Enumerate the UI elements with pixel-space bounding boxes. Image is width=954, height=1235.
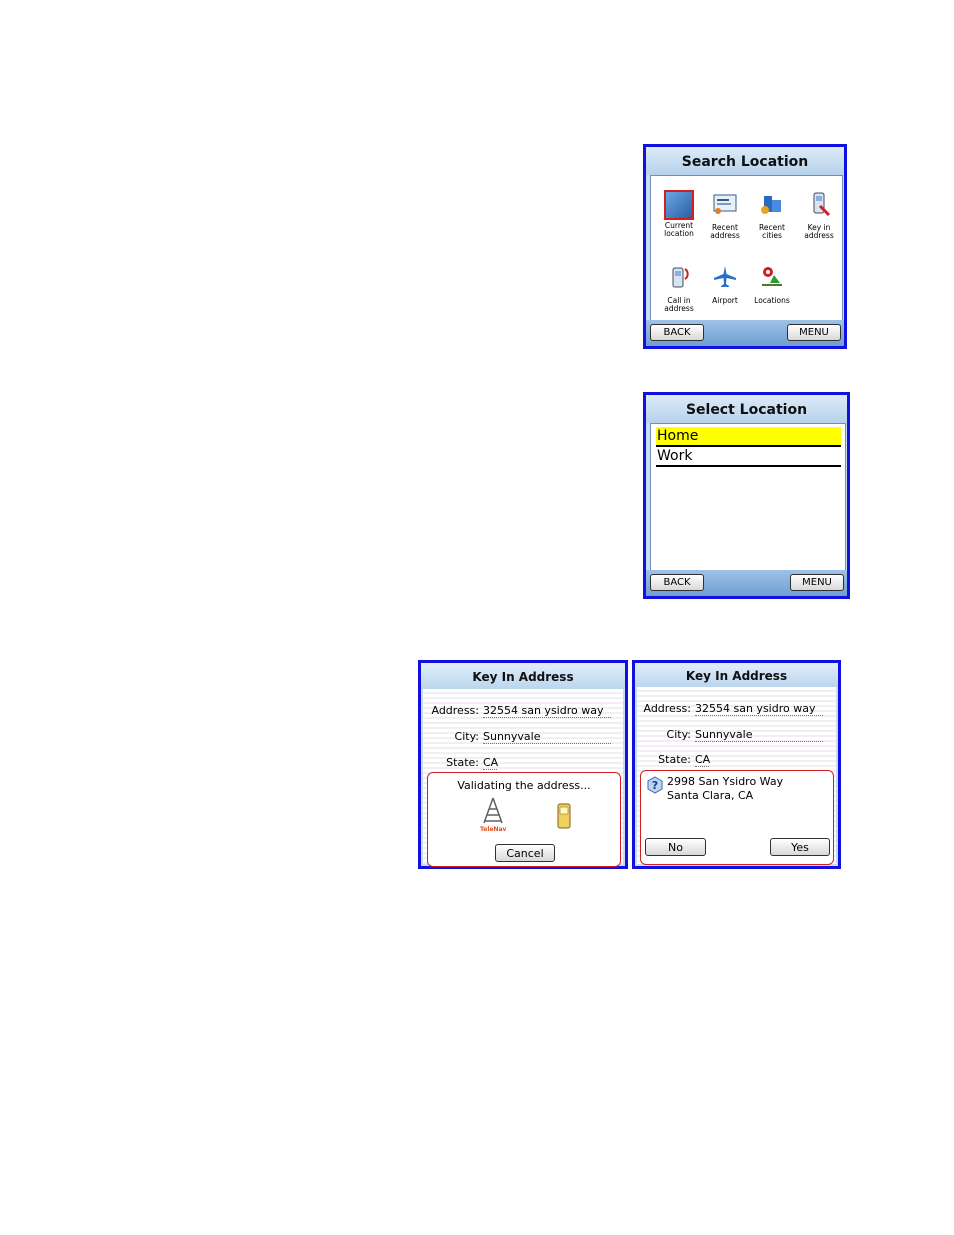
address-form: Address: 32554 san ysidro way City: Sunn…: [637, 687, 836, 865]
address-field[interactable]: 32554 san ysidro way: [695, 702, 823, 716]
yes-button[interactable]: Yes: [770, 838, 830, 856]
option-label: Airport: [712, 296, 738, 305]
option-locations[interactable]: Locations: [750, 263, 794, 305]
option-label: Key in address: [804, 223, 834, 240]
option-airport[interactable]: Airport: [703, 263, 747, 305]
telenav-tower-icon: [483, 797, 503, 824]
screen-title: Key In Address: [635, 663, 838, 687]
key-in-address-validating-screen: Key In Address Address: 32554 san ysidro…: [418, 660, 628, 869]
phone-icon: [557, 803, 571, 829]
select-location-screen: Select Location Home Work BACK MENU: [643, 392, 850, 599]
svg-text:?: ?: [652, 779, 658, 792]
state-label: State:: [446, 756, 479, 769]
menu-button[interactable]: MENU: [787, 324, 841, 341]
city-label: City:: [454, 730, 479, 743]
screen-title: Search Location: [646, 147, 844, 175]
option-label: Recent address: [710, 223, 740, 240]
state-label: State:: [658, 753, 691, 766]
list-item-home[interactable]: Home: [656, 427, 841, 447]
option-label: Current location: [664, 221, 694, 238]
option-call-in-address[interactable]: Call in address: [657, 263, 701, 313]
question-icon: ?: [647, 776, 663, 794]
validating-message: Validating the address...: [457, 779, 591, 792]
city-field[interactable]: Sunnyvale: [483, 730, 611, 744]
back-button[interactable]: BACK: [650, 324, 704, 341]
back-button[interactable]: BACK: [650, 574, 704, 591]
state-field[interactable]: CA: [483, 756, 498, 770]
key-in-address-confirm-screen: Key In Address Address: 32554 san ysidro…: [632, 660, 841, 869]
address-form: Address: 32554 san ysidro way City: Sunn…: [423, 689, 623, 867]
list-item-work[interactable]: Work: [656, 447, 841, 467]
suggested-street: 2998 San Ysidro Way: [667, 775, 784, 788]
location-list: Home Work: [650, 423, 846, 572]
softkey-bar: BACK MENU: [646, 320, 844, 346]
option-recent-cities[interactable]: Recent cities: [750, 190, 794, 240]
address-label: Address:: [643, 702, 691, 715]
address-field[interactable]: 32554 san ysidro way: [483, 704, 611, 718]
city-label: City:: [666, 728, 691, 741]
validating-dialog: Validating the address... TeleNav Cancel: [427, 772, 621, 867]
softkey-bar: BACK MENU: [646, 570, 847, 596]
search-location-screen: Search Location Current location Recent ad…: [643, 144, 847, 349]
call-in-address-icon: [672, 267, 689, 288]
telenav-logo: TeleNav: [480, 826, 507, 833]
airport-icon: [714, 266, 736, 287]
suggested-address: 2998 San Ysidro Way Santa Clara, CA: [667, 775, 783, 803]
locations-icon: [762, 267, 782, 286]
option-recent-address[interactable]: Recent address: [703, 190, 747, 240]
search-options-grid: Current location Recent address Recent citi…: [650, 175, 843, 322]
confirm-address-dialog: ? 2998 San Ysidro Way Santa Clara, CA No…: [640, 770, 834, 865]
state-field[interactable]: CA: [695, 753, 710, 767]
option-label: Recent cities: [759, 223, 785, 240]
recent-address-icon: [713, 194, 737, 214]
option-current-location[interactable]: Current location: [657, 190, 701, 238]
recent-cities-icon: [761, 196, 781, 214]
option-key-in-address[interactable]: Key in address: [797, 190, 841, 240]
no-button[interactable]: No: [645, 838, 706, 856]
address-label: Address:: [431, 704, 479, 717]
key-in-address-icon: [813, 192, 831, 217]
city-field[interactable]: Sunnyvale: [695, 728, 823, 742]
screen-title: Select Location: [646, 395, 847, 423]
screen-title: Key In Address: [421, 663, 625, 689]
current-location-icon: [664, 190, 694, 220]
cancel-button[interactable]: Cancel: [495, 844, 555, 862]
option-label: Locations: [754, 296, 790, 305]
option-label: Call in address: [664, 296, 694, 313]
menu-button[interactable]: MENU: [790, 574, 844, 591]
suggested-city: Santa Clara, CA: [667, 789, 754, 802]
